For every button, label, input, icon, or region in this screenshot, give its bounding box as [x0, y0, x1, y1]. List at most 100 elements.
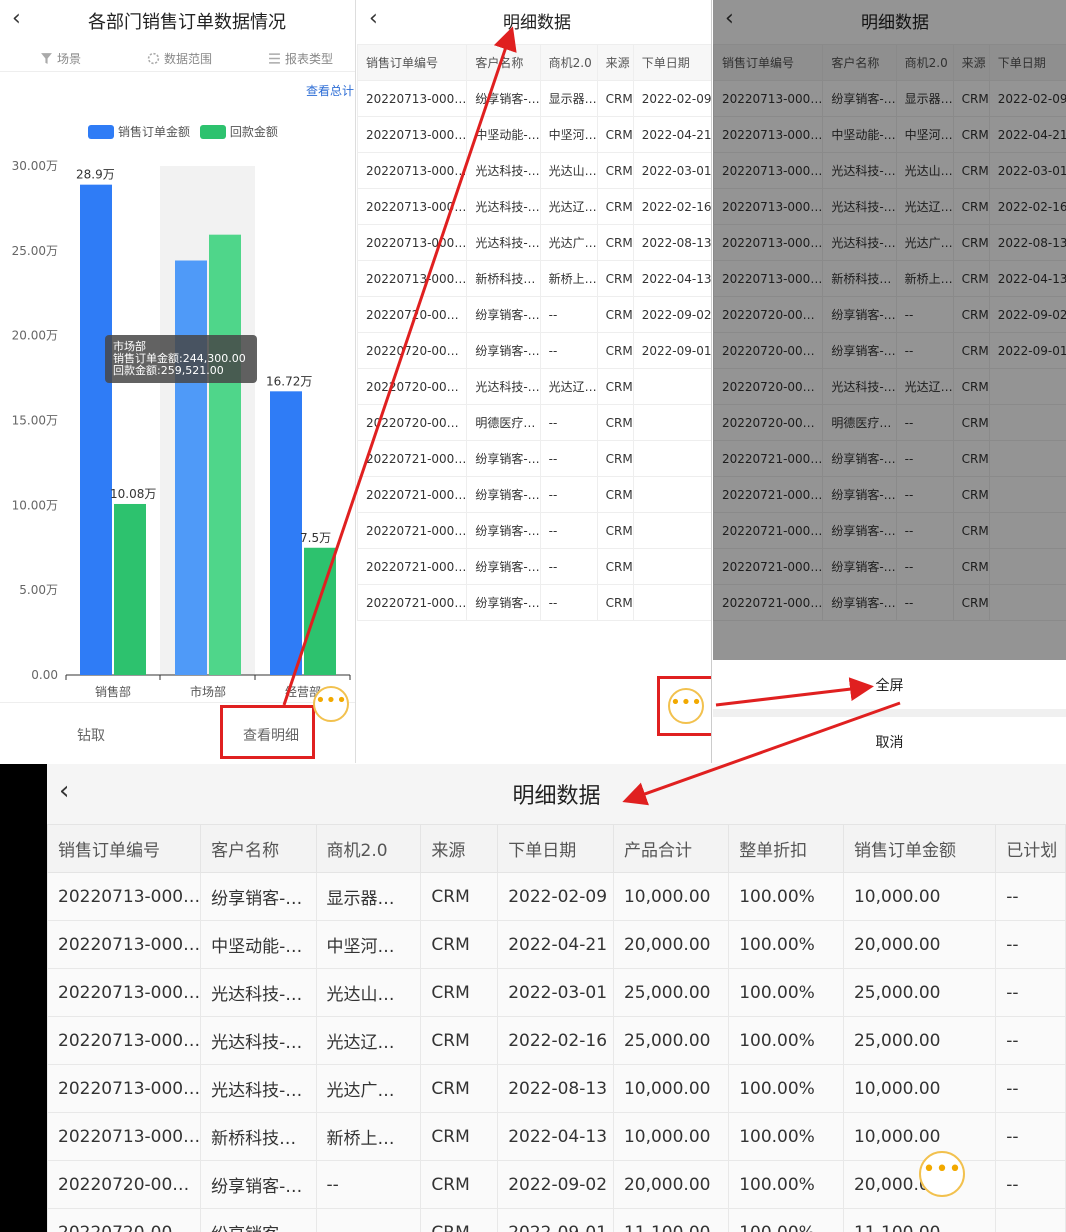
table-cell[interactable]: 光达山… [315, 968, 422, 1017]
table-cell[interactable]: 20220713-000… [357, 260, 468, 297]
table-row[interactable]: 20220713-000… 新桥科技… 新桥上… CRM 2022-04-13 [357, 260, 711, 297]
table-cell[interactable]: 20220721-000… [357, 440, 468, 477]
table-cell[interactable]: 20220713-000… [47, 872, 202, 921]
legend-item-payment[interactable]: 回款金额 [199, 123, 278, 140]
table-cell[interactable]: 20220713-000… [47, 920, 202, 969]
table-cell[interactable]: 明德医疗… [466, 404, 541, 441]
table-cell[interactable]: -- [315, 1160, 422, 1209]
table-cell[interactable]: 纷享销客-… [466, 548, 541, 585]
table-row[interactable]: 20220713-000… 光达科技-… 光达山… CRM 2022-03-01 25,0… [47, 968, 1066, 1017]
table-cell[interactable]: 20220713-000… [47, 968, 202, 1017]
table-cell[interactable]: 纷享销客-… [466, 440, 541, 477]
table-cell[interactable]: 纷享销客-… [200, 1208, 317, 1232]
table-cell[interactable]: 纷享销客-… [466, 512, 541, 549]
table-cell[interactable]: -- [539, 548, 598, 585]
table-cell[interactable]: 纷享销客-… [466, 80, 541, 117]
table-cell[interactable]: 光达广… [315, 1064, 422, 1113]
table-row[interactable]: 20220713-000… 新桥科技… 新桥上… CRM 2022-04-13 10,00… [47, 1112, 1066, 1161]
filter-data-range[interactable]: 数据范围 [147, 50, 212, 67]
column-header[interactable]: 下单日期 [497, 824, 614, 873]
table-cell[interactable]: 纷享销客-… [200, 1160, 317, 1209]
table-cell[interactable]: -- [539, 584, 598, 621]
back-icon[interactable]: ‹ [369, 6, 378, 31]
table-cell[interactable]: 光达科技-… [200, 1016, 317, 1065]
table-cell[interactable]: 20220720-00… [357, 332, 468, 369]
drill-down-button[interactable]: 钻取 [77, 725, 105, 745]
filter-report-type[interactable]: 报表类型 [268, 50, 333, 67]
table-cell[interactable]: 光达科技-… [200, 1064, 317, 1113]
fullscreen-option[interactable]: 全屏 [713, 675, 1066, 695]
table-row[interactable]: 20220720-00… 光达科技-… 光达辽… CRM [357, 368, 711, 405]
table-row[interactable]: 20220713-000… 光达科技-… 光达广… CRM 2022-08-13 [357, 224, 711, 261]
table-cell[interactable]: 中坚动能-… [200, 920, 317, 969]
table-row[interactable]: 20220713-000… 光达科技-… 光达山… CRM 2022-03-01 [357, 152, 711, 189]
table-cell[interactable]: 光达科技-… [466, 188, 541, 225]
table-cell[interactable]: 20220720-00… [357, 368, 468, 405]
column-header[interactable]: 销售订单金额 [842, 824, 997, 873]
table-cell[interactable]: 20220713-000… [357, 188, 468, 225]
table-cell[interactable]: 纷享销客-… [466, 584, 541, 621]
filter-scene[interactable]: 场景 [40, 50, 81, 67]
legend-item-order[interactable]: 销售订单金额 [88, 123, 190, 140]
column-header[interactable]: 销售订单编号 [357, 44, 468, 81]
table-cell[interactable]: 20220713-000… [357, 224, 468, 261]
table-row[interactable]: 20220713-000… 纷享销客-… 显示器… CRM 2022-02-09 10,0… [47, 872, 1066, 921]
table-cell[interactable]: 20220721-000… [357, 476, 468, 513]
table-cell[interactable]: 显示器… [315, 872, 422, 921]
column-header[interactable]: 商机2.0 [539, 44, 598, 81]
column-header[interactable]: 商机2.0 [315, 824, 422, 873]
back-icon[interactable]: ‹ [12, 6, 21, 31]
column-header[interactable]: 下单日期 [632, 44, 711, 81]
table-cell[interactable]: 20220713-000… [47, 1112, 202, 1161]
modal-overlay[interactable] [713, 0, 1066, 660]
table-row[interactable]: 20220721-000… 纷享销客-… -- CRM [357, 512, 711, 549]
table-row[interactable]: 20220721-000… 纷享销客-… -- CRM [357, 548, 711, 585]
table-row[interactable]: 20220713-000… 中坚动能-… 中坚河… CRM 2022-04-21 [357, 116, 711, 153]
table-cell[interactable]: 纷享销客-… [466, 476, 541, 513]
table-cell[interactable]: 光达山… [539, 152, 598, 189]
column-header[interactable]: 来源 [420, 824, 499, 873]
table-cell[interactable]: 中坚河… [539, 116, 598, 153]
table-row[interactable]: 20220720-00… 纷享销客-… -- CRM 2022-09-01 [357, 332, 711, 369]
table-cell[interactable]: 20220720-00… [47, 1208, 202, 1232]
table-cell[interactable]: -- [539, 440, 598, 477]
column-header[interactable]: 来源 [596, 44, 634, 81]
table-row[interactable]: 20220713-000… 光达科技-… 光达辽… CRM 2022-02-16 25,0… [47, 1016, 1066, 1065]
table-cell[interactable]: 光达辽… [539, 188, 598, 225]
ellipsis-icon[interactable]: ••• [668, 688, 704, 724]
table-cell[interactable]: 20220713-000… [47, 1064, 202, 1113]
table-cell[interactable]: 20220721-000… [357, 512, 468, 549]
column-header[interactable]: 已计划 [995, 824, 1066, 873]
table-row[interactable]: 20220720-00…纷享销客-…--CRM2022-09-0111,100.… [47, 1208, 1066, 1232]
table-cell[interactable]: 20220713-000… [357, 80, 468, 117]
table-cell[interactable]: 光达科技-… [200, 968, 317, 1017]
column-header[interactable]: 客户名称 [200, 824, 317, 873]
view-total-link[interactable]: 查看总计 [306, 82, 354, 99]
table-cell[interactable]: -- [539, 512, 598, 549]
table-cell[interactable]: 纷享销客-… [466, 332, 541, 369]
table-row[interactable]: 20220720-00… 纷享销客-… -- CRM 2022-09-02 [357, 296, 711, 333]
table-row[interactable]: 20220721-000… 纷享销客-… -- CRM [357, 584, 711, 621]
table-cell[interactable]: -- [315, 1208, 422, 1232]
table-cell[interactable]: 纷享销客-… [466, 296, 541, 333]
ellipsis-icon[interactable]: ••• [313, 686, 349, 722]
table-cell[interactable]: 20220720-00… [47, 1160, 202, 1209]
ellipsis-icon[interactable]: ••• [919, 1151, 965, 1197]
table-row[interactable]: 20220713-000… 光达科技-… 光达辽… CRM 2022-02-16 [357, 188, 711, 225]
table-cell[interactable]: 新桥上… [315, 1112, 422, 1161]
table-cell[interactable]: 光达科技-… [466, 368, 541, 405]
table-cell[interactable]: 光达科技-… [466, 152, 541, 189]
column-header[interactable]: 销售订单编号 [47, 824, 202, 873]
cancel-option[interactable]: 取消 [713, 732, 1066, 752]
table-cell[interactable]: 光达辽… [315, 1016, 422, 1065]
table-cell[interactable]: -- [539, 296, 598, 333]
table-cell[interactable]: 光达科技-… [466, 224, 541, 261]
table-cell[interactable]: 显示器… [539, 80, 598, 117]
table-row[interactable]: 20220713-000… 纷享销客-… 显示器… CRM 2022-02-09 [357, 80, 711, 117]
table-cell[interactable]: 20220713-000… [357, 116, 468, 153]
table-cell[interactable]: 中坚河… [315, 920, 422, 969]
table-cell[interactable]: 光达辽… [539, 368, 598, 405]
table-cell[interactable]: -- [539, 332, 598, 369]
table-cell[interactable]: 新桥科技… [466, 260, 541, 297]
table-cell[interactable]: 纷享销客-… [200, 872, 317, 921]
